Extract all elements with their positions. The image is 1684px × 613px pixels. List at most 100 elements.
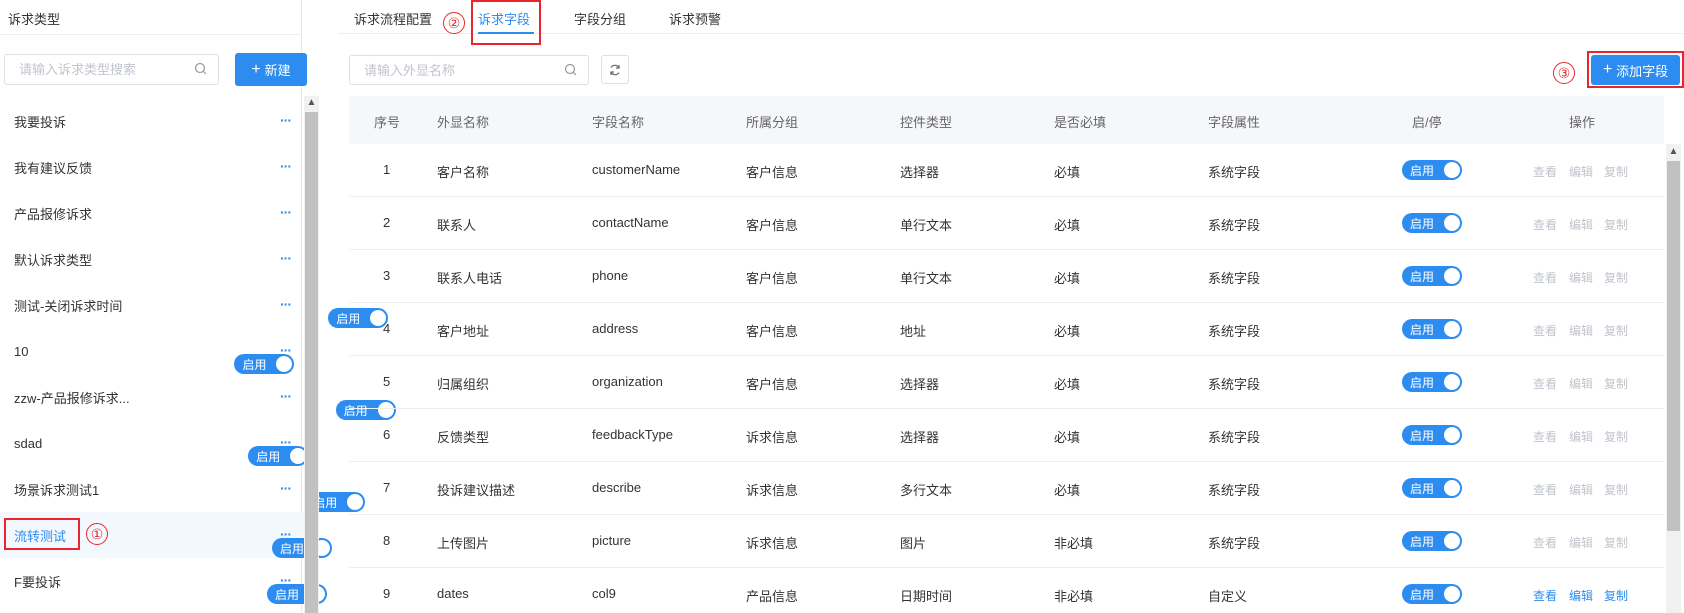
toggle-label: 启用 [256,449,281,464]
table-cell-field: phone [592,268,629,283]
table-cell-field: col9 [592,586,616,601]
table-cell-no: 9 [383,586,391,601]
edit-button[interactable]: 编辑 [1569,375,1593,392]
divider [0,34,301,35]
sidebar-item-label: 10 [14,343,29,359]
enable-toggle[interactable]: 启用 [1402,584,1462,604]
sidebar-item[interactable]: 我要投诉 ··· [0,98,304,144]
table-row: 1 客户名称 customerName 客户信息 选择器 必填 系统字段 启用 查看 编辑 复制 [349,144,1664,197]
table-cell-display: dates [437,586,469,601]
edit-button[interactable]: 编辑 [1569,322,1593,339]
field-search-input[interactable] [349,55,589,85]
table-cell-field: feedbackType [592,427,673,442]
table-cell-no: 6 [383,427,391,442]
enable-toggle[interactable]: 启用 [1402,266,1462,286]
table-header: 序号 外显名称 字段名称 所属分组 控件类型 是否必填 字段属性 启/停 操作 [349,96,1664,144]
copy-button[interactable]: 复制 [1604,481,1628,498]
more-icon[interactable]: ··· [280,157,296,177]
view-button[interactable]: 查看 [1533,534,1557,551]
copy-button[interactable]: 复制 [1604,322,1628,339]
enable-toggle[interactable]: 启用 [248,446,309,466]
new-button[interactable]: + 新建 [235,53,307,86]
copy-button[interactable]: 复制 [1604,428,1628,445]
view-button[interactable]: 查看 [1533,163,1557,180]
copy-button[interactable]: 复制 [1604,216,1628,233]
copy-button[interactable]: 复制 [1604,375,1628,392]
table-cell-no: 4 [383,321,391,336]
table-cell-field: picture [592,533,632,548]
sidebar-item[interactable]: 10 启用 ··· [0,328,304,374]
view-button[interactable]: 查看 [1533,428,1557,445]
more-icon[interactable]: ··· [280,111,296,131]
copy-button[interactable]: 复制 [1604,587,1628,604]
table-cell-display: 归属组织 [437,377,490,392]
enable-toggle[interactable]: 启用 [1402,531,1462,551]
enable-toggle[interactable]: 启用 [1402,425,1462,445]
edit-button[interactable]: 编辑 [1569,163,1593,180]
table-cell-attr: 系统字段 [1208,536,1261,551]
refresh-button[interactable] [601,55,629,84]
more-icon[interactable]: ··· [280,341,296,361]
table-cell-required: 必填 [1054,271,1081,286]
scroll-up-icon[interactable]: ▲ [1667,145,1680,159]
sidebar-scrollbar-thumb[interactable] [305,112,318,613]
enable-toggle[interactable]: 启用 [1402,372,1462,392]
sidebar-item-label: 我要投诉 [14,114,67,130]
sidebar-item[interactable]: sdad 启用 ··· [0,420,309,466]
toggle-knob [1444,215,1460,231]
copy-button[interactable]: 复制 [1604,269,1628,286]
enable-toggle[interactable]: 启用 [1402,213,1462,233]
more-icon[interactable]: ··· [280,525,296,545]
view-button[interactable]: 查看 [1533,216,1557,233]
sidebar-item[interactable]: zzw-产品报修诉求... 启用 ··· [0,374,396,420]
enable-toggle[interactable]: 启用 [1402,160,1462,180]
more-icon[interactable]: ··· [280,571,296,591]
edit-button[interactable]: 编辑 [1569,269,1593,286]
marker-3: ③ [1553,62,1575,84]
new-button-label: 新建 [264,63,291,78]
toggle-knob [1444,480,1460,496]
edit-button[interactable]: 编辑 [1569,534,1593,551]
sidebar-item[interactable]: 产品报修诉求 ··· [0,190,304,236]
table-row: 4 客户地址 address 客户信息 地址 必填 系统字段 启用 查看 编辑 复制 [349,303,1664,356]
copy-button[interactable]: 复制 [1604,163,1628,180]
tab-field-groups[interactable]: 字段分组 [574,9,626,28]
edit-button[interactable]: 编辑 [1569,587,1593,604]
scroll-up-icon[interactable]: ▲ [305,96,318,110]
edit-button[interactable]: 编辑 [1569,481,1593,498]
enable-toggle[interactable]: 启用 [1402,319,1462,339]
edit-button[interactable]: 编辑 [1569,216,1593,233]
table-scrollbar-thumb[interactable] [1667,161,1680,531]
view-button[interactable]: 查看 [1533,587,1557,604]
sidebar-item[interactable]: 测试-关闭诉求时间 启用 ··· [0,282,389,328]
more-icon[interactable]: ··· [280,249,296,269]
view-button[interactable]: 查看 [1533,269,1557,286]
sidebar-item[interactable]: F要投诉 启用 ··· [0,558,327,604]
sidebar-item[interactable]: 我有建议反馈 ··· [0,144,304,190]
more-icon[interactable]: ··· [280,203,296,223]
table-cell-field: contactName [592,215,669,230]
view-button[interactable]: 查看 [1533,375,1557,392]
table-cell-group: 诉求信息 [746,536,799,551]
tab-flow-config[interactable]: 诉求流程配置 [354,9,432,28]
sidebar-item-label: F要投诉 [14,574,61,590]
more-icon[interactable]: ··· [280,433,296,453]
tab-warnings[interactable]: 诉求预警 [669,9,721,28]
toggle-label: 启用 [1410,322,1435,337]
table-cell-control: 单行文本 [900,218,953,233]
edit-button[interactable]: 编辑 [1569,428,1593,445]
view-button[interactable]: 查看 [1533,481,1557,498]
table-cell-control: 地址 [900,324,927,339]
sidebar-title: 诉求类型 [8,12,61,27]
table-row: 9 dates col9 产品信息 日期时间 非必填 自定义 启用 查看 编辑 复制 [349,568,1664,613]
enable-toggle[interactable]: 启用 [1402,478,1462,498]
table-cell-required: 必填 [1054,483,1081,498]
more-icon[interactable]: ··· [280,295,296,315]
view-button[interactable]: 查看 [1533,322,1557,339]
sidebar-search-input[interactable] [4,54,219,85]
sidebar-item[interactable]: 场景诉求测试1 启用 ··· [0,466,366,512]
copy-button[interactable]: 复制 [1604,534,1628,551]
more-icon[interactable]: ··· [280,387,296,407]
more-icon[interactable]: ··· [280,479,296,499]
sidebar-item[interactable]: 默认诉求类型 ··· [0,236,304,282]
